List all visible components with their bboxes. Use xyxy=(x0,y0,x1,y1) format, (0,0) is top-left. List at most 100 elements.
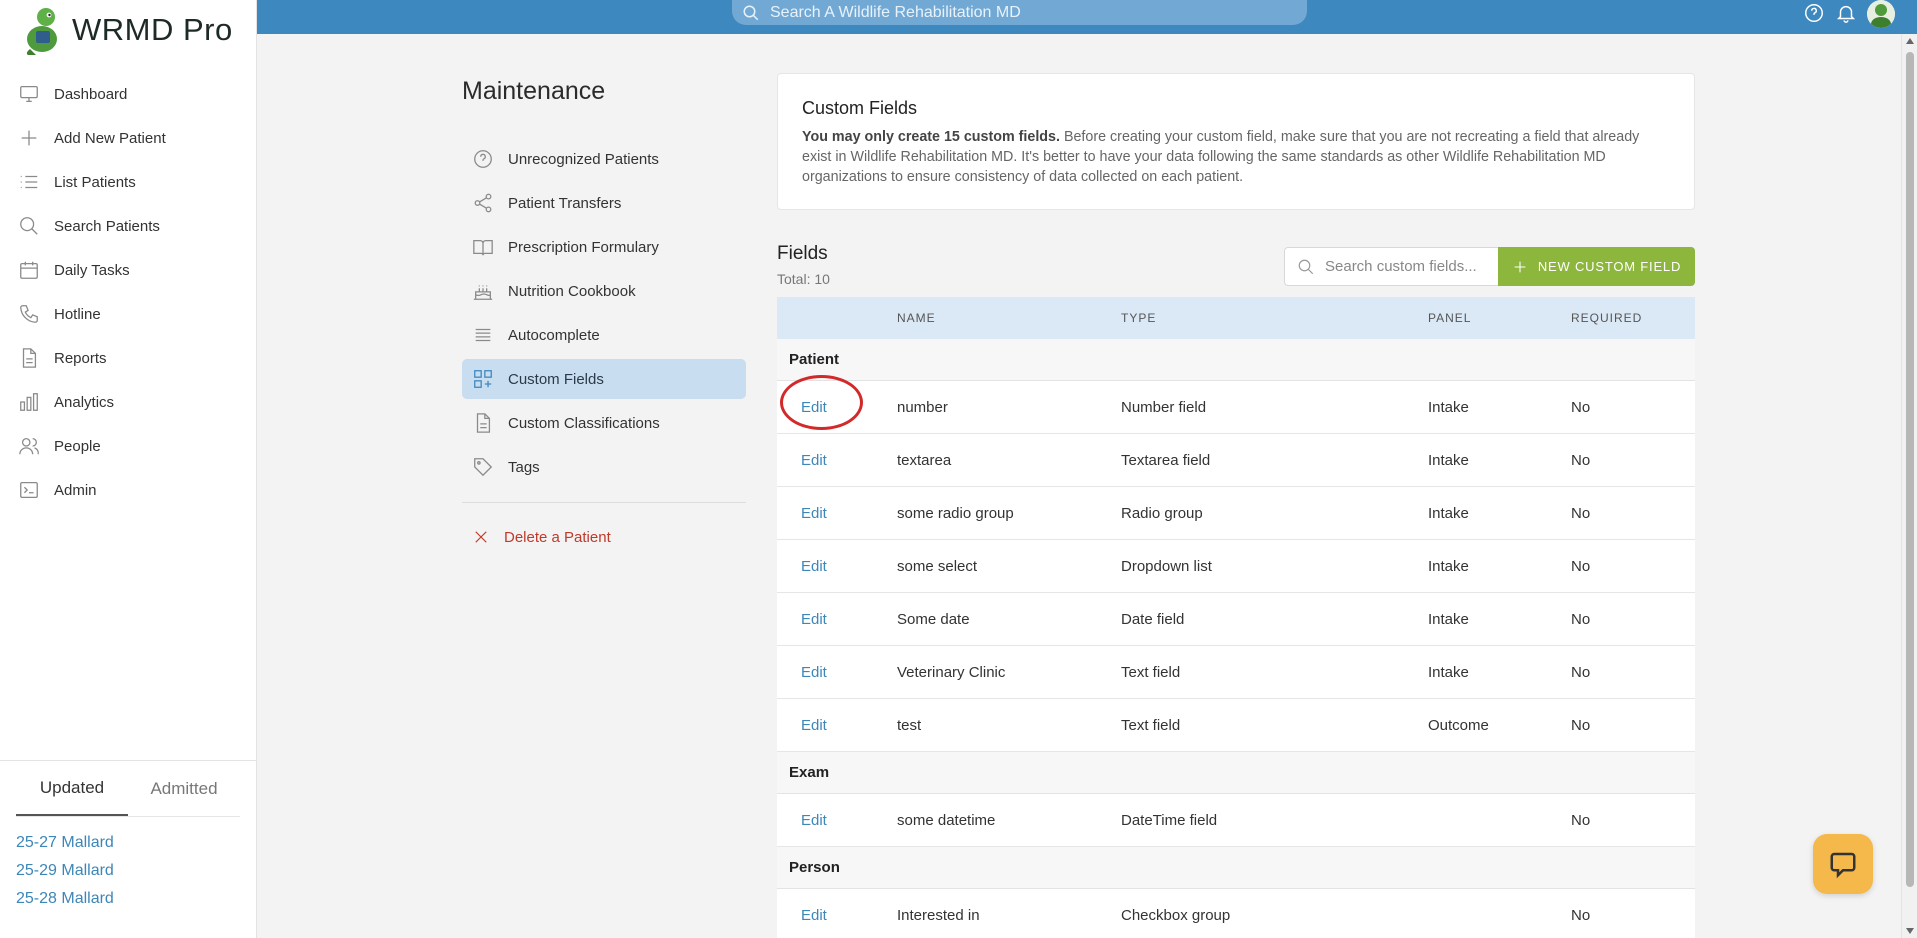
field-required: No xyxy=(1571,663,1591,681)
field-required: No xyxy=(1571,906,1591,924)
bell-icon[interactable] xyxy=(1835,2,1857,24)
tab-admitted[interactable]: Admitted xyxy=(128,761,240,816)
maintenance-menu: Unrecognized Patients Patient Transfers … xyxy=(462,139,746,491)
field-panel: Intake xyxy=(1428,610,1469,628)
column-header-required: REQUIRED xyxy=(1571,311,1643,325)
table-row: Edit test Text field Outcome No xyxy=(777,699,1695,752)
scrollbar-thumb[interactable] xyxy=(1906,52,1914,887)
maint-item-patient-transfers[interactable]: Patient Transfers xyxy=(462,183,746,223)
sidebar-item-reports[interactable]: Reports xyxy=(0,336,256,380)
field-type: Text field xyxy=(1121,663,1181,681)
sidebar-item-add-new-patient[interactable]: Add New Patient xyxy=(0,116,256,160)
field-type: Dropdown list xyxy=(1121,557,1212,575)
edit-link[interactable]: Edit xyxy=(777,558,897,575)
delete-patient-link[interactable]: Delete a Patient xyxy=(472,528,611,546)
edit-link[interactable]: Edit xyxy=(777,452,897,469)
chat-bubble-icon xyxy=(1830,852,1856,879)
avatar[interactable] xyxy=(1867,0,1895,28)
table-row: Edit number Number field Intake No xyxy=(777,381,1695,434)
page-scrollbar[interactable] xyxy=(1901,34,1917,938)
users-icon xyxy=(19,438,39,455)
app-logo[interactable]: WRMD Pro xyxy=(0,0,256,60)
sidebar-item-label: List Patients xyxy=(54,173,136,191)
share-icon xyxy=(474,193,492,213)
field-panel: Outcome xyxy=(1428,716,1489,734)
plus-icon xyxy=(1514,261,1526,272)
edit-link[interactable]: Edit xyxy=(777,664,897,681)
custom-field-search-input[interactable] xyxy=(1325,258,1495,275)
sidebar-item-search-patients[interactable]: Search Patients xyxy=(0,204,256,248)
table-row: Edit some radio group Radio group Intake… xyxy=(777,487,1695,540)
document-icon xyxy=(476,413,491,433)
custom-field-search[interactable] xyxy=(1284,247,1499,286)
info-title: Custom Fields xyxy=(802,98,918,118)
recent-patient-link[interactable]: 25-29 Mallard xyxy=(16,857,240,885)
maint-item-autocomplete[interactable]: Autocomplete xyxy=(462,315,746,355)
maint-item-label: Custom Classifications xyxy=(508,414,660,432)
global-search-placeholder: Search A Wildlife Rehabilitation MD xyxy=(770,3,1021,21)
sidebar-item-hotline[interactable]: Hotline xyxy=(0,292,256,336)
menu-lines-icon xyxy=(475,328,491,342)
sidebar-item-label: Search Patients xyxy=(54,217,160,235)
calendar-icon xyxy=(20,261,38,279)
edit-link[interactable]: Edit xyxy=(777,399,897,416)
field-required: No xyxy=(1571,557,1591,575)
bar-chart-icon xyxy=(20,393,38,411)
sidebar-item-list-patients[interactable]: List Patients xyxy=(0,160,256,204)
sidebar-item-dashboard[interactable]: Dashboard xyxy=(0,72,256,116)
top-bar: Search A Wildlife Rehabilitation MD xyxy=(257,0,1917,34)
edit-link[interactable]: Edit xyxy=(777,611,897,628)
new-custom-field-button[interactable]: NEW CUSTOM FIELD xyxy=(1498,247,1695,286)
scroll-up-icon[interactable] xyxy=(1906,38,1914,44)
field-name: Veterinary Clinic xyxy=(897,663,1006,681)
phone-icon xyxy=(20,305,38,323)
recent-patient-link[interactable]: 25-27 Mallard xyxy=(16,829,240,857)
field-type: Textarea field xyxy=(1121,451,1211,469)
new-custom-field-label: NEW CUSTOM FIELD xyxy=(1537,259,1682,274)
edit-link[interactable]: Edit xyxy=(777,505,897,522)
monitor-icon xyxy=(20,86,38,102)
sidebar-item-admin[interactable]: Admin xyxy=(0,468,256,512)
edit-link[interactable]: Edit xyxy=(777,717,897,734)
edit-link[interactable]: Edit xyxy=(777,907,897,924)
column-header-panel: PANEL xyxy=(1428,311,1472,325)
help-chat-button[interactable] xyxy=(1813,834,1873,894)
list-icon xyxy=(20,175,38,189)
help-icon[interactable] xyxy=(1803,2,1825,24)
table-row: Edit Some date Date field Intake No xyxy=(777,593,1695,646)
sidebar-item-label: Daily Tasks xyxy=(54,261,130,279)
field-required: No xyxy=(1571,610,1591,628)
table-group-exam: Exam xyxy=(777,752,1695,794)
tag-icon xyxy=(474,458,493,477)
maint-item-unrecognized-patients[interactable]: Unrecognized Patients xyxy=(462,139,746,179)
maint-item-label: Nutrition Cookbook xyxy=(508,282,636,300)
divider xyxy=(462,502,746,503)
maint-item-prescription-formulary[interactable]: Prescription Formulary xyxy=(462,227,746,267)
sidebar-item-people[interactable]: People xyxy=(0,424,256,468)
tab-updated[interactable]: Updated xyxy=(16,761,128,816)
maint-item-custom-fields[interactable]: Custom Fields xyxy=(462,359,746,399)
sidebar-item-daily-tasks[interactable]: Daily Tasks xyxy=(0,248,256,292)
turtle-mascot-icon xyxy=(26,8,57,55)
field-type: Checkbox group xyxy=(1121,906,1231,924)
recent-patient-link[interactable]: 25-28 Mallard xyxy=(16,885,240,913)
maint-item-nutrition-cookbook[interactable]: Nutrition Cookbook xyxy=(462,271,746,311)
table-body: Patient Edit number Number field Intake … xyxy=(777,339,1695,938)
recent-patient-list: 25-27 Mallard 25-29 Mallard 25-28 Mallar… xyxy=(16,829,240,913)
global-search-input[interactable]: Search A Wildlife Rehabilitation MD xyxy=(732,0,1307,25)
maint-item-custom-classifications[interactable]: Custom Classifications xyxy=(462,403,746,443)
table-row: Edit some datetime DateTime field No xyxy=(777,794,1695,847)
scroll-down-icon[interactable] xyxy=(1906,928,1914,934)
field-name: Interested in xyxy=(897,906,980,924)
fields-title: Fields xyxy=(777,243,828,264)
field-name: some select xyxy=(897,557,978,575)
maint-item-tags[interactable]: Tags xyxy=(462,447,746,487)
sidebar-item-label: Hotline xyxy=(54,305,101,323)
edit-link[interactable]: Edit xyxy=(777,812,897,829)
field-required: No xyxy=(1571,716,1591,734)
table-row: Edit Veterinary Clinic Text field Intake… xyxy=(777,646,1695,699)
field-name: number xyxy=(897,398,948,416)
sidebar-item-analytics[interactable]: Analytics xyxy=(0,380,256,424)
field-name: Some date xyxy=(897,610,970,628)
book-open-icon xyxy=(473,239,493,256)
